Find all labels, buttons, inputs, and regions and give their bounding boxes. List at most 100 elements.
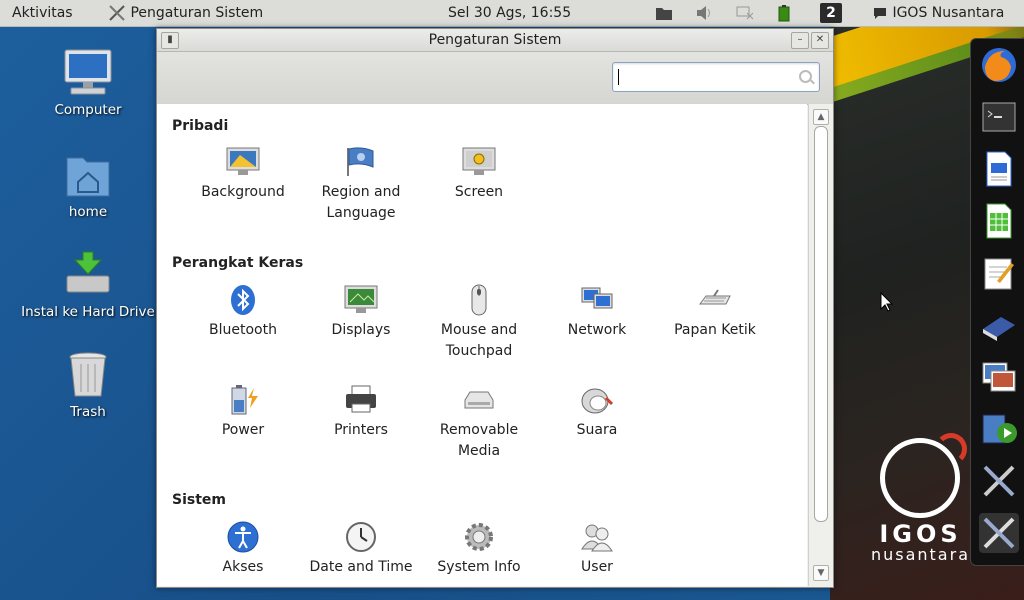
window-menu-button[interactable]: ▮ xyxy=(161,32,179,49)
window-title: Pengaturan Sistem xyxy=(428,32,562,48)
settings-tools-icon[interactable] xyxy=(979,513,1019,553)
monitor-background-icon xyxy=(226,146,260,178)
panel-user[interactable]: User xyxy=(538,521,656,578)
calc-icon[interactable] xyxy=(979,201,1019,241)
window-toolbar xyxy=(157,52,833,105)
panel-label: Date and Time xyxy=(309,559,413,575)
settings-window: ▮ Pengaturan Sistem – ✕ Pribadi Backgrou… xyxy=(156,28,834,588)
scroll-thumb[interactable] xyxy=(814,126,828,522)
panel-label: Akses xyxy=(222,559,264,575)
panel-sound[interactable]: Suara xyxy=(538,384,656,441)
trash-icon xyxy=(61,350,115,400)
printer-icon xyxy=(344,384,378,416)
section-title-pribadi: Pribadi xyxy=(172,118,229,134)
volume-icon[interactable] xyxy=(695,0,713,26)
scroll-up-icon[interactable]: ▲ xyxy=(813,109,829,125)
book-icon[interactable] xyxy=(979,305,1019,345)
install-drive-icon xyxy=(61,250,115,300)
screen-icon xyxy=(462,146,496,178)
network-status-icon[interactable] xyxy=(735,0,755,26)
drive-icon xyxy=(462,384,496,416)
user-name: IGOS Nusantara xyxy=(892,5,1005,21)
desktop-icon-install[interactable]: Instal ke Hard Drive xyxy=(13,250,163,320)
accessibility-icon xyxy=(226,521,260,553)
panel-displays[interactable]: Displays xyxy=(302,284,420,341)
mouse-icon xyxy=(462,284,496,316)
panel-network[interactable]: Network xyxy=(538,284,656,341)
chat-bubble-icon xyxy=(874,8,886,19)
panel-screen[interactable]: Screen xyxy=(420,146,538,203)
desktop-icon-label: Trash xyxy=(70,404,106,420)
brand-line1: IGOS xyxy=(879,520,962,548)
search-box[interactable] xyxy=(612,62,820,92)
flag-icon xyxy=(344,146,378,178)
text-editor-icon[interactable] xyxy=(979,253,1019,293)
terminal-icon[interactable] xyxy=(979,97,1019,137)
workspace-indicator[interactable]: 2 xyxy=(820,0,842,26)
app-menu[interactable]: Pengaturan Sistem xyxy=(108,0,263,26)
top-panel: Aktivitas Pengaturan Sistem Sel 30 Ags, … xyxy=(0,0,1024,27)
desktop-icon-computer[interactable]: Computer xyxy=(13,48,163,118)
panel-date-time[interactable]: Date and Time xyxy=(302,521,420,578)
activities-button[interactable]: Aktivitas xyxy=(12,0,73,26)
panel-accessibility[interactable]: Akses xyxy=(184,521,302,578)
network-icon xyxy=(580,284,614,316)
panel-label: Printers xyxy=(334,422,388,438)
battery-status-icon[interactable] xyxy=(777,0,791,26)
search-icon xyxy=(799,70,812,83)
desktop-icon-label: Instal ke Hard Drive xyxy=(21,304,155,320)
desktop-icon-label: Computer xyxy=(54,102,122,118)
desktop-icon-label: home xyxy=(68,204,108,220)
panel-label: System Info xyxy=(437,559,521,575)
tools-icon xyxy=(109,5,125,21)
desktop-icon-trash[interactable]: Trash xyxy=(13,350,163,420)
panel-label: Displays xyxy=(331,322,391,338)
panel-label: Mouse and Touchpad xyxy=(440,322,518,359)
battery-icon xyxy=(226,384,260,416)
keyboard-icon xyxy=(698,284,732,316)
panel-removable-media[interactable]: Removable Media xyxy=(420,384,538,462)
workspace-number: 2 xyxy=(820,3,842,23)
brand-line2: nusantara xyxy=(870,545,970,564)
desktop-icon-home[interactable]: home xyxy=(13,150,163,220)
folder-icon[interactable] xyxy=(655,0,673,26)
computer-icon xyxy=(61,48,115,98)
settings-tools-icon[interactable] xyxy=(979,461,1019,501)
scroll-down-icon[interactable]: ▼ xyxy=(813,565,829,581)
gear-icon xyxy=(462,521,496,553)
displays-icon xyxy=(344,284,378,316)
panel-label: Region and Language xyxy=(321,184,401,221)
image-viewer-icon[interactable] xyxy=(979,357,1019,397)
igos-logo: IGOS nusantara xyxy=(870,433,970,564)
clock-icon xyxy=(344,521,378,553)
clock[interactable]: Sel 30 Ags, 16:55 xyxy=(448,0,571,26)
panel-background[interactable]: Background xyxy=(184,146,302,203)
panel-label: User xyxy=(581,559,613,575)
video-player-icon[interactable] xyxy=(979,409,1019,449)
firefox-icon[interactable] xyxy=(979,45,1019,85)
panel-keyboard[interactable]: Papan Ketik xyxy=(656,284,774,341)
panel-system-info[interactable]: System Info xyxy=(420,521,538,578)
panel-label: Network xyxy=(567,322,627,338)
panel-label: Power xyxy=(221,422,265,438)
panel-printers[interactable]: Printers xyxy=(302,384,420,441)
panel-label: Background xyxy=(201,184,285,200)
speaker-icon xyxy=(580,384,614,416)
panel-label: Screen xyxy=(454,184,504,200)
search-input[interactable] xyxy=(613,63,797,89)
dash-dock xyxy=(970,38,1024,566)
close-button[interactable]: ✕ xyxy=(811,32,829,49)
panel-region-language[interactable]: Region and Language xyxy=(302,146,420,224)
vertical-scrollbar[interactable]: ▲ ▼ xyxy=(808,104,833,586)
window-titlebar[interactable]: ▮ Pengaturan Sistem – ✕ xyxy=(157,29,833,52)
minimize-button[interactable]: – xyxy=(791,32,809,49)
panel-bluetooth[interactable]: Bluetooth xyxy=(184,284,302,341)
writer-icon[interactable] xyxy=(979,149,1019,189)
section-title-sistem: Sistem xyxy=(172,492,226,508)
panel-mouse-touchpad[interactable]: Mouse and Touchpad xyxy=(420,284,538,362)
user-menu[interactable]: IGOS Nusantara xyxy=(872,0,1004,26)
bluetooth-icon xyxy=(226,284,260,316)
panel-label: Removable Media xyxy=(439,422,519,459)
panel-power[interactable]: Power xyxy=(184,384,302,441)
panel-label: Papan Ketik xyxy=(674,322,756,338)
